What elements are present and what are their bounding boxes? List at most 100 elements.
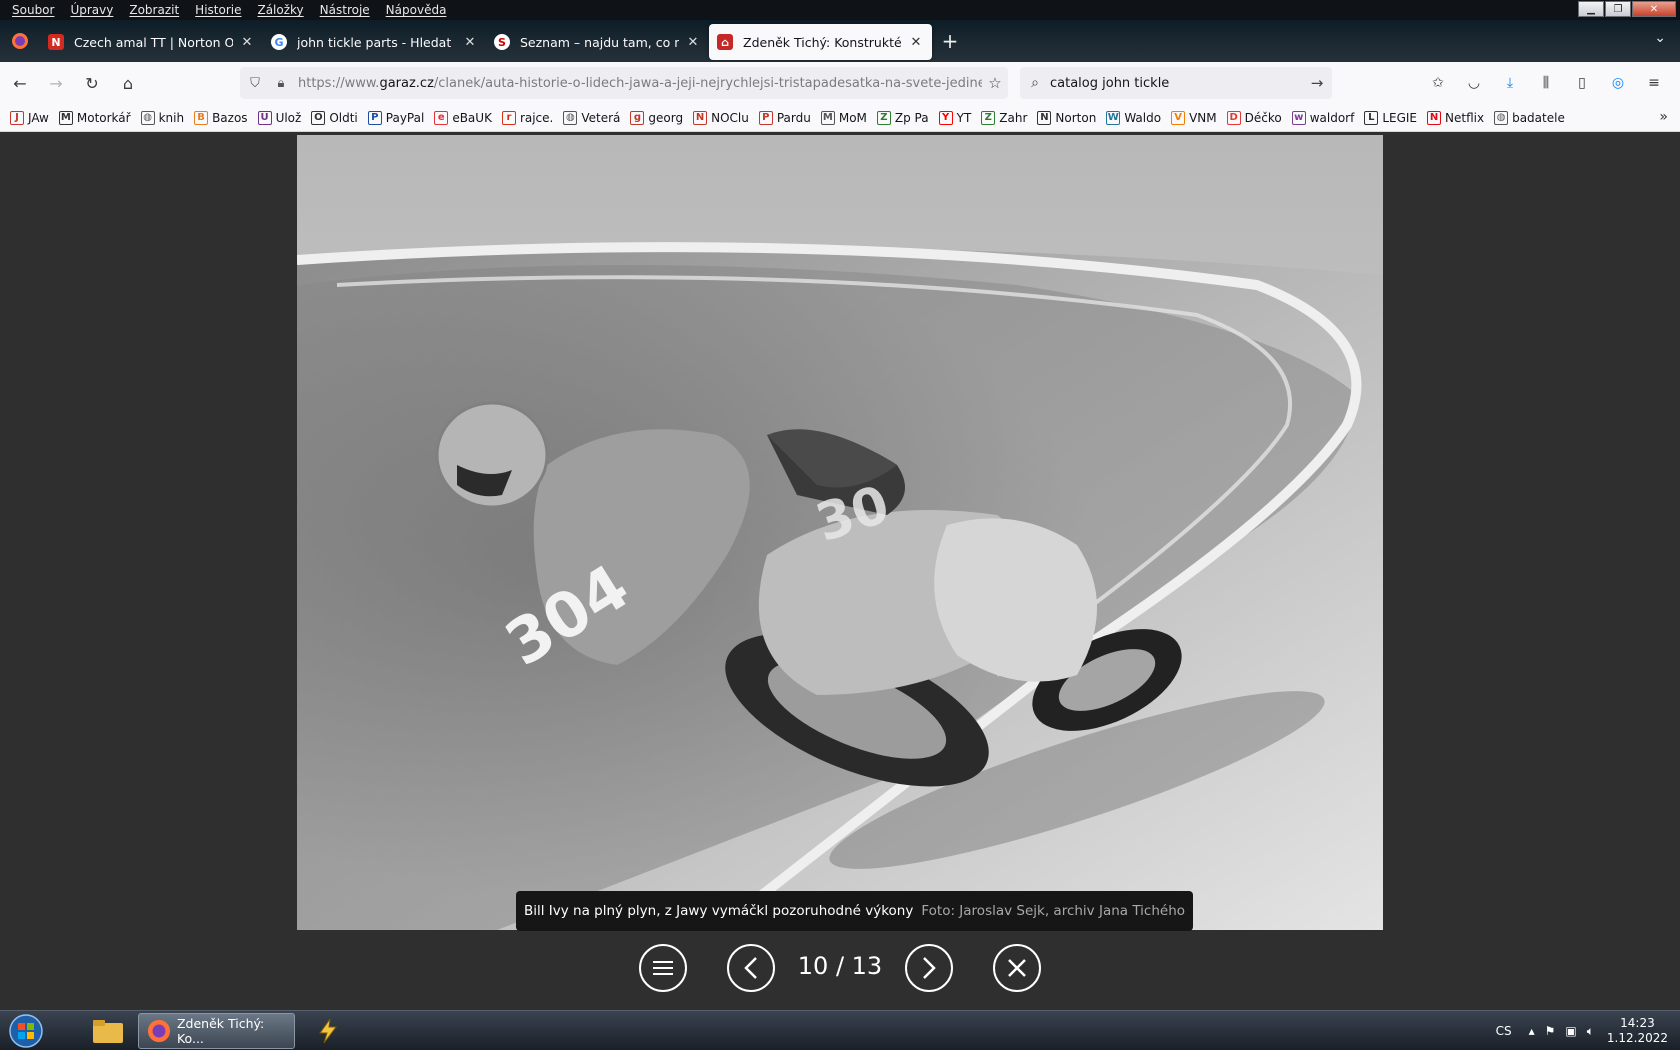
- bookmark-waldorf[interactable]: w waldorf: [1291, 110, 1354, 125]
- search-bar[interactable]: ⌕ catalog john tickle →: [1020, 67, 1332, 99]
- volume-icon[interactable]: 🔈︎: [1587, 1024, 1594, 1039]
- gallery-list-button[interactable]: [639, 944, 687, 992]
- next-photo-button[interactable]: [905, 944, 953, 992]
- menu-soubor[interactable]: Soubor: [4, 3, 62, 17]
- close-tab-icon[interactable]: ✕: [908, 35, 924, 50]
- bookmark-mom[interactable]: M MoM: [820, 110, 867, 125]
- tab-seznam[interactable]: S Seznam – najdu tam, co neznám ✕: [486, 24, 709, 60]
- bookmark-yt[interactable]: Y YT: [938, 110, 972, 125]
- start-button[interactable]: [6, 1013, 46, 1049]
- tab-norton[interactable]: N Czech amal TT | Norton Owners ✕: [40, 24, 263, 60]
- close-icon: [1008, 959, 1026, 977]
- bookmark-veter[interactable]: ◍ Veterá: [563, 110, 620, 125]
- bookmark-label: PayPal: [385, 110, 425, 125]
- chevron-down-icon[interactable]: ⌄: [1654, 30, 1666, 46]
- forward-button[interactable]: →: [40, 67, 72, 99]
- bookmark-legie[interactable]: L LEGIE: [1364, 110, 1417, 125]
- bookmark-label: Oldti: [329, 110, 358, 125]
- bookmark-netflix[interactable]: N Netflix: [1427, 110, 1484, 125]
- menu-icon[interactable]: ≡: [1636, 67, 1672, 99]
- menu-upravy[interactable]: Úpravy: [62, 3, 121, 17]
- gallery-photo[interactable]: 304 30: [297, 135, 1383, 930]
- bookmark-label: Norton: [1055, 110, 1097, 125]
- sidebar-icon[interactable]: ▯: [1564, 67, 1600, 99]
- globe-icon: ◍: [140, 110, 155, 125]
- youtube-icon: Y: [938, 110, 953, 125]
- search-input[interactable]: catalog john tickle: [1050, 76, 1302, 91]
- clock-date: 1.12.2022: [1606, 1031, 1668, 1045]
- norton-icon: N: [48, 34, 64, 50]
- windows-taskbar: Zdeněk Tichý: Ko... CS ▴ ⚑ ▣ 🔈︎ 14:23 1.…: [0, 1010, 1680, 1050]
- menu-bar: Soubor Úpravy Zobrazit Historie Záložky …: [0, 0, 1680, 20]
- clock[interactable]: 14:23 1.12.2022: [1607, 1016, 1668, 1046]
- bookmark-ebauk[interactable]: e eBaUK: [434, 110, 492, 125]
- blogger-icon: V: [1171, 110, 1186, 125]
- bookmark-zahr[interactable]: Z Zahr: [981, 110, 1027, 125]
- bookmark-georg[interactable]: g georg: [630, 110, 683, 125]
- bookmark-paypal[interactable]: P PayPal: [367, 110, 425, 125]
- bookmark-bazos[interactable]: B Bazos: [194, 110, 248, 125]
- bookmark-knih[interactable]: ◍ knih: [140, 110, 185, 125]
- reload-button[interactable]: ↻: [76, 67, 108, 99]
- menu-zobrazit[interactable]: Zobrazit: [121, 3, 187, 17]
- bookmark-d-ko[interactable]: D Déčko: [1226, 110, 1282, 125]
- minimize-button[interactable]: ▁: [1578, 1, 1604, 17]
- close-gallery-button[interactable]: [993, 944, 1041, 992]
- network-icon[interactable]: ▣: [1565, 1024, 1576, 1038]
- new-tab-button[interactable]: +: [932, 23, 968, 59]
- taskbar-app[interactable]: [306, 1013, 350, 1049]
- url-domain: garaz.cz: [379, 75, 434, 91]
- tab-google[interactable]: G john tickle parts - Hledat Googlem ✕: [263, 24, 486, 60]
- menu-zalozky[interactable]: Záložky: [249, 3, 311, 17]
- bookmark-norton[interactable]: N Norton: [1037, 110, 1097, 125]
- firefox-icon[interactable]: [0, 20, 40, 62]
- menu-napoveda[interactable]: Nápověda: [378, 3, 455, 17]
- collections-icon[interactable]: ✩: [1420, 67, 1456, 99]
- bookmark-zp-pa[interactable]: Z Zp Pa: [876, 110, 929, 125]
- tab-garaz[interactable]: ⌂ Zdeněk Tichý: Konstruktér bořil ✕: [709, 24, 932, 60]
- close-tab-icon[interactable]: ✕: [239, 35, 255, 50]
- search-go-icon[interactable]: →: [1302, 74, 1332, 92]
- globe-icon: ◍: [1494, 110, 1509, 125]
- account-icon[interactable]: ◎: [1600, 67, 1636, 99]
- url-bar[interactable]: ⛉ 🔒︎ https://www.garaz.cz/clanek/auta-hi…: [240, 67, 1008, 99]
- bookmark-motork[interactable]: M Motorkář: [58, 110, 131, 125]
- menu-historie[interactable]: Historie: [187, 3, 249, 17]
- url-text[interactable]: https://www.garaz.cz/clanek/auta-histori…: [292, 76, 982, 91]
- bazos-icon: B: [194, 110, 209, 125]
- close-tab-icon[interactable]: ✕: [685, 35, 701, 50]
- home-button[interactable]: ⌂: [112, 67, 144, 99]
- bookmark-noclu[interactable]: N NOClu: [693, 110, 749, 125]
- flag-icon[interactable]: ⚑: [1545, 1024, 1556, 1038]
- taskbar-firefox[interactable]: Zdeněk Tichý: Ko...: [138, 1013, 295, 1049]
- bookmark-badatele[interactable]: ◍ badatele: [1494, 110, 1565, 125]
- maximize-button[interactable]: ❐: [1605, 1, 1631, 17]
- lock-icon[interactable]: 🔒︎: [270, 76, 292, 91]
- library-icon[interactable]: ⫼: [1528, 67, 1564, 99]
- bookmark-jaw[interactable]: J JAw: [10, 110, 49, 125]
- bookmark-waldo[interactable]: W Waldo: [1106, 110, 1161, 125]
- bookmark-star-icon[interactable]: ☆: [982, 74, 1008, 92]
- bookmark-label: YT: [956, 110, 972, 125]
- bookmark-vnm[interactable]: V VNM: [1171, 110, 1217, 125]
- bookmark-ulo[interactable]: U Ulož: [257, 110, 301, 125]
- bookmarks-overflow-icon[interactable]: »: [1659, 109, 1668, 125]
- bookmark-oldti[interactable]: O Oldti: [311, 110, 358, 125]
- tray-arrow-icon[interactable]: ▴: [1529, 1024, 1535, 1038]
- gallery-viewer: 304 30 Bill Ivy na plný plyn, z Jawy vym…: [0, 132, 1680, 1010]
- shield-icon[interactable]: ⛉: [244, 76, 266, 91]
- taskbar-explorer[interactable]: [84, 1013, 134, 1049]
- back-button[interactable]: ←: [4, 67, 36, 99]
- norton-icon: N: [693, 110, 708, 125]
- language-indicator[interactable]: CS: [1496, 1024, 1512, 1038]
- list-icon: [653, 961, 673, 975]
- close-tab-icon[interactable]: ✕: [462, 35, 478, 50]
- pocket-icon[interactable]: ◡: [1456, 67, 1492, 99]
- menu-nastroje[interactable]: Nástroje: [312, 3, 378, 17]
- previous-photo-button[interactable]: [727, 944, 775, 992]
- bookmark-rajce[interactable]: r rajce.: [501, 110, 553, 125]
- bookmark-label: knih: [158, 110, 185, 125]
- downloads-icon[interactable]: ⤓: [1492, 67, 1528, 99]
- close-window-button[interactable]: ✕: [1632, 1, 1676, 17]
- bookmark-pardu[interactable]: P Pardu: [758, 110, 811, 125]
